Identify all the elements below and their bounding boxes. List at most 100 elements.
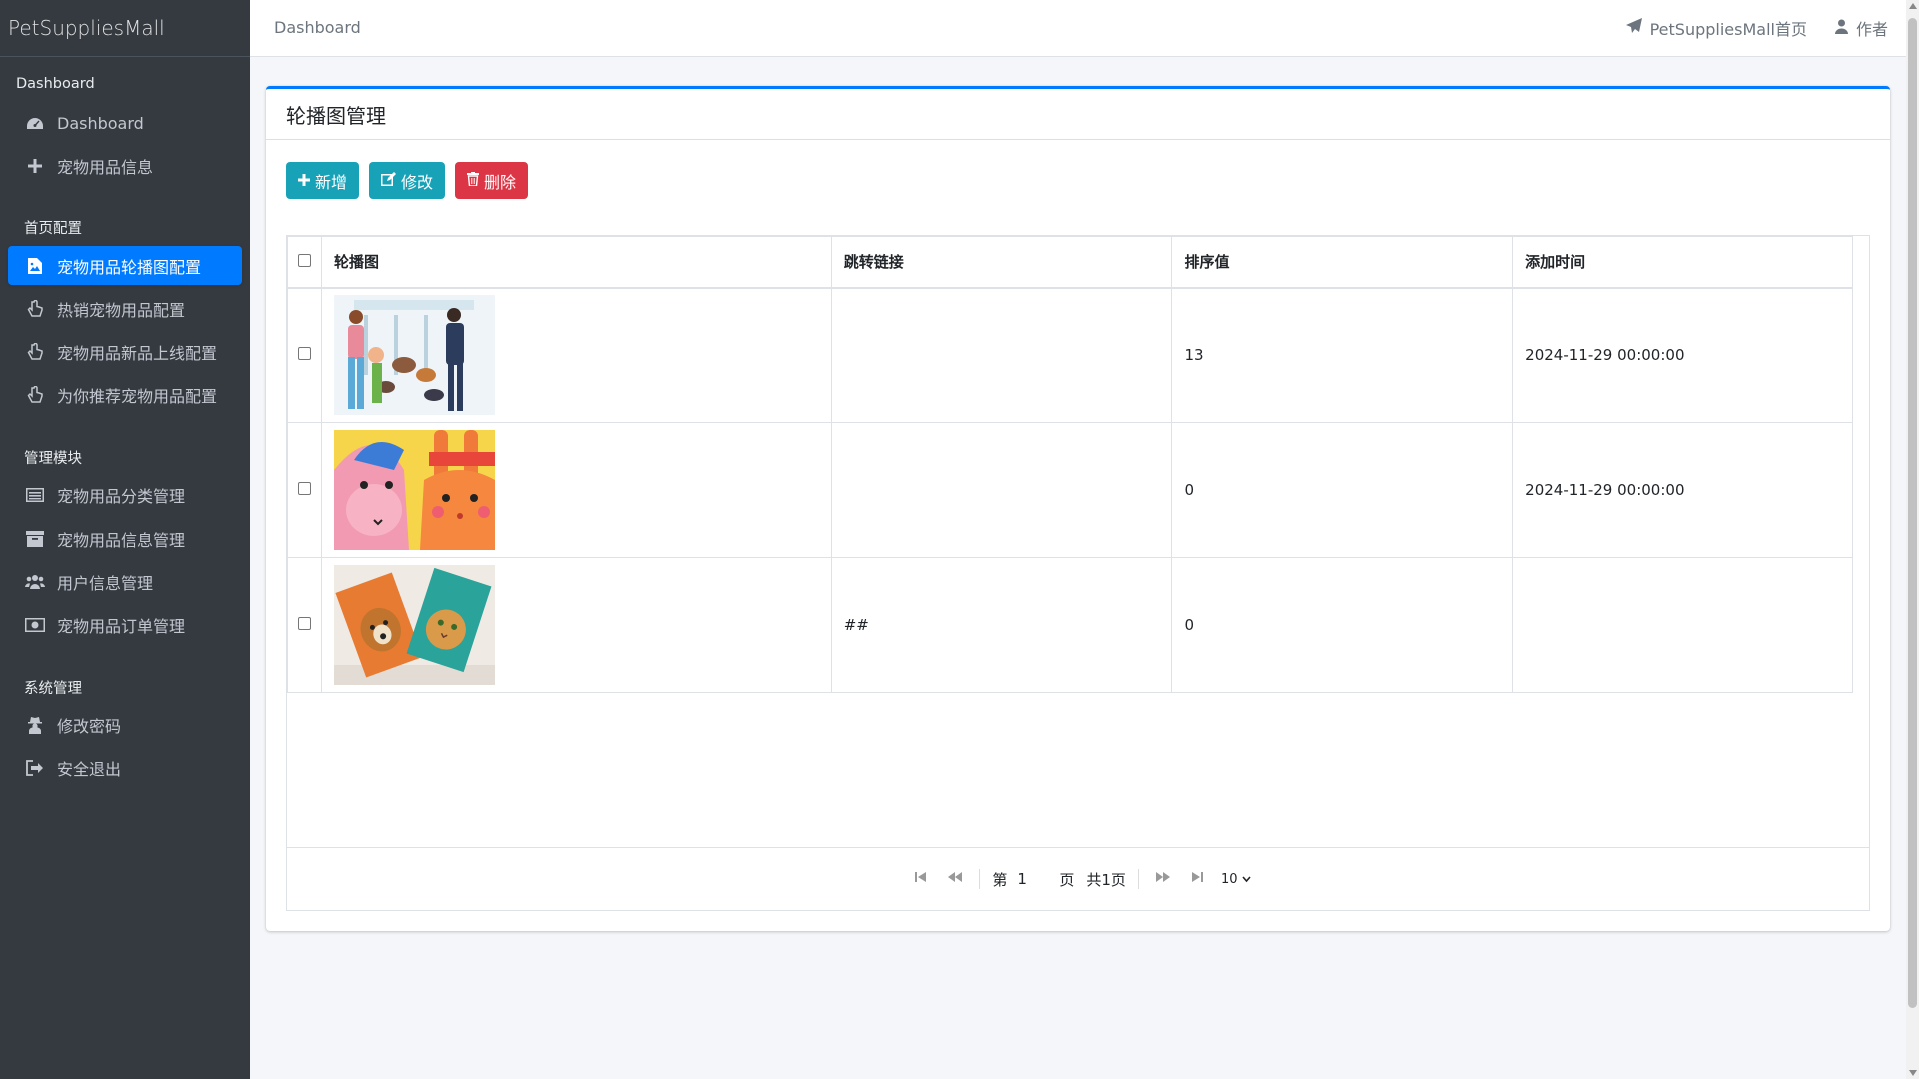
sidebar-item-label: 修改密码 — [57, 716, 122, 736]
delete-button[interactable]: 删除 — [455, 162, 529, 199]
home-link-label: PetSuppliesMall首页 — [1649, 20, 1807, 39]
prev-page-icon[interactable] — [947, 871, 963, 887]
sidebar-item-label: 宠物用品订单管理 — [57, 616, 186, 636]
add-button[interactable]: 新增 — [286, 162, 360, 199]
sidebar-item-change-password[interactable]: 修改密码 — [8, 705, 242, 744]
image-cell — [320, 287, 832, 423]
hand-pointer-icon — [24, 384, 46, 406]
sidebar-item-order-mgmt[interactable]: 宠物用品订单管理 — [8, 605, 242, 644]
table-row[interactable]: 13 2024-11-29 00:00:00 — [287, 287, 1853, 423]
last-page-icon[interactable] — [1191, 871, 1203, 887]
sidebar-item-new-config[interactable]: 宠物用品新品上线配置 — [8, 332, 242, 371]
carousel-image-2 — [333, 430, 495, 550]
scroll-down-icon[interactable] — [1909, 1070, 1917, 1076]
sidebar: PetSuppliesMall Dashboard Dashboard 宠物用品… — [0, 0, 250, 1079]
sidebar-item-label: 热销宠物用品配置 — [57, 300, 186, 320]
vertical-scrollbar[interactable] — [1906, 0, 1919, 1079]
trash-icon — [467, 171, 480, 190]
column-header-link[interactable]: 跳转链接 — [830, 236, 1173, 289]
money-icon — [24, 614, 46, 636]
brand-link[interactable]: PetSuppliesMall — [0, 0, 250, 57]
next-page-icon[interactable] — [1155, 871, 1171, 887]
image-cell — [320, 557, 832, 693]
sidebar-item-category-mgmt[interactable]: 宠物用品分类管理 — [8, 475, 242, 514]
scroll-up-icon[interactable] — [1909, 3, 1917, 9]
sidebar-item-logout[interactable]: 安全退出 — [8, 748, 242, 787]
column-header-order[interactable]: 排序值 — [1171, 236, 1514, 289]
delete-button-label: 删除 — [484, 172, 517, 192]
author-link[interactable]: 作者 — [1834, 16, 1888, 40]
first-page-icon[interactable] — [915, 871, 927, 887]
author-link-label: 作者 — [1855, 20, 1888, 39]
sidebar-item-label: 安全退出 — [57, 759, 122, 779]
users-icon — [24, 571, 46, 593]
row-checkbox[interactable] — [297, 482, 311, 495]
card-title: 轮播图管理 — [266, 89, 1890, 140]
link-cell — [830, 287, 1173, 423]
row-checkbox[interactable] — [297, 617, 311, 630]
carousel-table: 轮播图 跳转链接 排序值 添加时间 13 2024-11-29 00:00:00… — [287, 236, 1853, 693]
brand-text: PetSuppliesMall — [8, 16, 165, 40]
sidebar-item-label: 宠物用品信息 — [57, 157, 154, 177]
sign-out-icon — [24, 757, 46, 779]
sidebar-item-pet-info[interactable]: 宠物用品信息 — [8, 146, 242, 185]
top-navbar: Dashboard PetSuppliesMall首页 作者 — [250, 0, 1906, 57]
plus-icon — [24, 155, 46, 177]
toolbar: 新增 修改 删除 — [286, 162, 529, 199]
chevron-down-icon — [1242, 872, 1251, 887]
sidebar-section-system: 系统管理 — [24, 681, 82, 697]
pager: 第 1 页 共1页 10 — [287, 847, 1869, 910]
sidebar-section-management: 管理模块 — [24, 451, 82, 467]
home-link[interactable]: PetSuppliesMall首页 — [1625, 16, 1807, 40]
sidebar-item-label: Dashboard — [57, 114, 144, 133]
user-icon — [1834, 19, 1848, 38]
column-header-image[interactable]: 轮播图 — [320, 236, 832, 289]
sidebar-section-home-config: 首页配置 — [24, 221, 82, 237]
pager-separator — [979, 869, 981, 889]
added-time-cell — [1512, 557, 1853, 693]
carousel-card: 轮播图管理 新增 修改 删除 轮播图 跳转链接 排序值 添加时间 13 2024… — [266, 86, 1890, 931]
added-time-cell: 2024-11-29 00:00:00 — [1512, 422, 1853, 558]
hand-pointer-icon — [24, 341, 46, 363]
sidebar-item-label: 用户信息管理 — [57, 573, 154, 593]
select-all-checkbox[interactable] — [297, 253, 311, 267]
sidebar-item-recommend-config[interactable]: 为你推荐宠物用品配置 — [8, 375, 242, 414]
pager-separator — [1137, 869, 1139, 889]
sidebar-item-user-mgmt[interactable]: 用户信息管理 — [8, 562, 242, 601]
hand-pointer-icon — [24, 298, 46, 320]
table-row[interactable]: ## 0 — [287, 557, 1853, 693]
image-cell — [320, 422, 832, 558]
order-cell: 0 — [1171, 422, 1514, 558]
row-checkbox-cell — [287, 557, 322, 693]
page-size-select[interactable]: 10 — [1221, 872, 1251, 887]
image-icon — [24, 255, 46, 277]
carousel-image-3 — [333, 565, 495, 685]
row-checkbox-cell — [287, 287, 322, 423]
sidebar-item-hot-config[interactable]: 热销宠物用品配置 — [8, 289, 242, 328]
table-header-row: 轮播图 跳转链接 排序值 添加时间 — [287, 236, 1853, 289]
column-header-added[interactable]: 添加时间 — [1512, 236, 1853, 289]
row-checkbox[interactable] — [297, 347, 311, 361]
sidebar-item-carousel-config[interactable]: 宠物用品轮播图配置 — [8, 246, 242, 285]
sidebar-item-label: 宠物用品信息管理 — [57, 530, 186, 550]
link-cell — [830, 422, 1173, 558]
sidebar-item-label: 宠物用品分类管理 — [57, 486, 186, 506]
list-icon — [24, 484, 46, 506]
row-checkbox-cell — [287, 422, 322, 558]
user-secret-icon — [24, 714, 46, 736]
breadcrumb: Dashboard — [274, 18, 361, 37]
select-all-cell — [287, 236, 322, 289]
scrollbar-thumb[interactable] — [1908, 18, 1917, 1008]
table-row[interactable]: 0 2024-11-29 00:00:00 — [287, 422, 1853, 558]
total-pages: 共1页 — [1086, 870, 1126, 889]
carousel-grid: 轮播图 跳转链接 排序值 添加时间 13 2024-11-29 00:00:00… — [286, 235, 1870, 911]
sidebar-item-label: 为你推荐宠物用品配置 — [57, 386, 218, 406]
page-suffix: 页 — [1059, 870, 1075, 889]
edit-button[interactable]: 修改 — [369, 162, 446, 199]
sidebar-item-product-mgmt[interactable]: 宠物用品信息管理 — [8, 519, 242, 558]
edit-icon — [381, 171, 397, 190]
page-number-input[interactable]: 1 — [1017, 870, 1053, 888]
plus-icon — [298, 171, 310, 190]
sidebar-item-dashboard[interactable]: Dashboard — [8, 104, 242, 143]
edit-button-label: 修改 — [401, 172, 434, 192]
